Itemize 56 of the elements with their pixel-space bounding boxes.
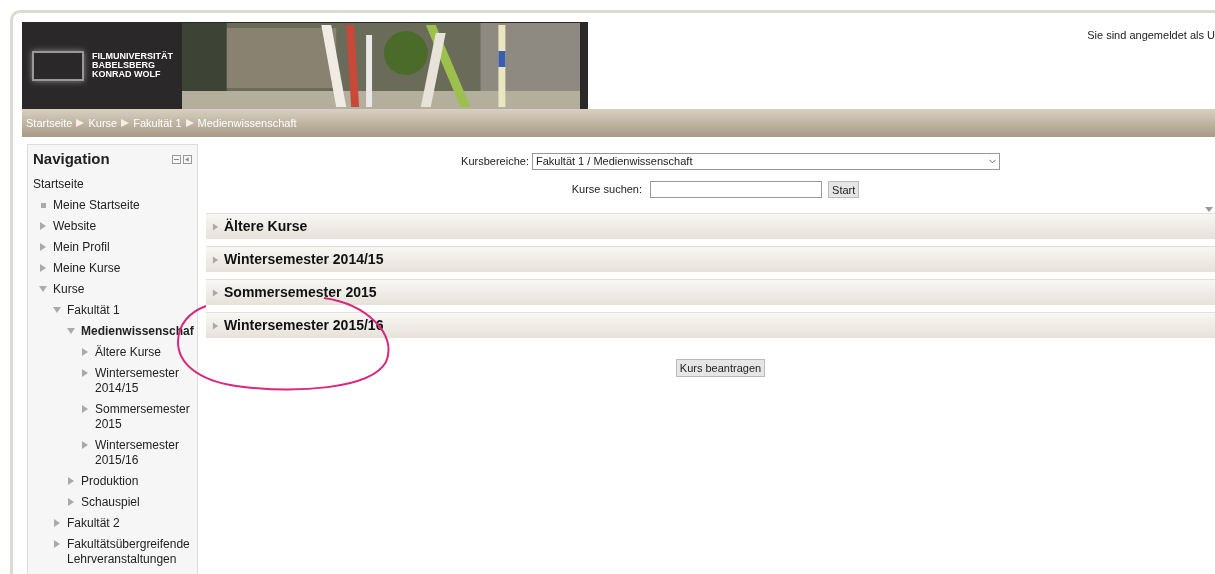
request-course-button[interactable]: Kurs beantragen [675,359,766,377]
collapsed-arrow-icon[interactable] [39,242,47,251]
expanded-arrow-icon[interactable] [67,326,75,335]
category-title[interactable]: Ältere Kurse [224,216,308,237]
collapsed-arrow-icon[interactable] [212,288,219,297]
collapsed-arrow-icon[interactable] [81,368,89,377]
expanded-arrow-icon[interactable] [39,284,47,293]
nav-link[interactable]: Mein Profil [53,239,110,255]
field-label: Kurse suchen: [571,182,643,198]
nav-link[interactable]: Kurse [53,281,85,297]
bullet-icon [41,202,46,208]
nav-link[interactable]: Sommersemester 2015 [95,401,192,432]
category-title[interactable]: Sommersemester 2015 [224,282,377,303]
separator-icon [121,119,130,127]
expanded-arrow-icon[interactable] [53,305,61,314]
collapsed-arrow-icon[interactable] [212,321,219,330]
collapsed-arrow-icon[interactable] [39,263,47,272]
collapsed-arrow-icon[interactable] [67,497,75,506]
collapsed-arrow-icon[interactable] [81,404,89,413]
logo-text: FILMUNIVERSITÄT BABELSBERG KONRAD WOLF [92,52,173,79]
nav-link[interactable]: Wintersemester 2015/16 [95,437,192,468]
search-field[interactable] [650,181,823,198]
nav-link[interactable]: Schauspiel [81,494,140,510]
login-info: Sie sind angemeldet als U [1087,28,1215,43]
dock-icon[interactable] [183,154,192,164]
separator-icon [185,119,194,127]
nav-link[interactable]: Ältere Kurse [95,344,162,360]
minimize-icon[interactable] [172,154,181,164]
separator-icon [76,119,85,127]
start-button[interactable]: Start [828,181,860,198]
category-bar[interactable]: Sommersemester 2015 [206,279,1215,305]
logo-icon [32,50,84,81]
nav-link[interactable]: Meine Startseite [53,197,140,213]
collapsed-arrow-icon[interactable] [81,347,89,356]
nav-link[interactable]: Startseite [33,176,84,192]
category-title[interactable]: Wintersemester 2014/15 [224,249,384,270]
category-bar[interactable]: Ältere Kurse [206,213,1215,239]
nav-link[interactable]: Fakultät 1 [67,302,120,318]
collapsed-arrow-icon[interactable] [212,255,219,264]
nav-link[interactable]: Produktion [81,473,139,489]
collapsed-arrow-icon[interactable] [53,518,61,527]
nav-link[interactable]: Meine Kurse [53,260,121,276]
nav-link[interactable]: Fakultät 2 [67,515,120,531]
collapsed-arrow-icon[interactable] [212,222,219,231]
nav-link[interactable]: Fakultätsübergreifende Lehrveranstaltungen [67,536,192,567]
nav-link[interactable]: Website [53,218,97,234]
chevron-icon [988,159,996,164]
nav-link[interactable]: Wintersemester 2014/15 [95,365,192,396]
category-dropdown[interactable]: Fakultät 1 / Medienwissenschaft [531,153,1000,170]
collapsed-arrow-icon[interactable] [81,440,89,449]
collapsed-arrow-icon[interactable] [39,221,47,230]
category-bar[interactable]: Wintersemester 2014/15 [206,246,1215,272]
field-label: Kursbereiche: [461,154,529,170]
panel-title: Navigation [33,149,110,169]
collapsed-arrow-icon[interactable] [53,539,61,548]
collapsed-arrow-icon[interactable] [67,476,75,485]
